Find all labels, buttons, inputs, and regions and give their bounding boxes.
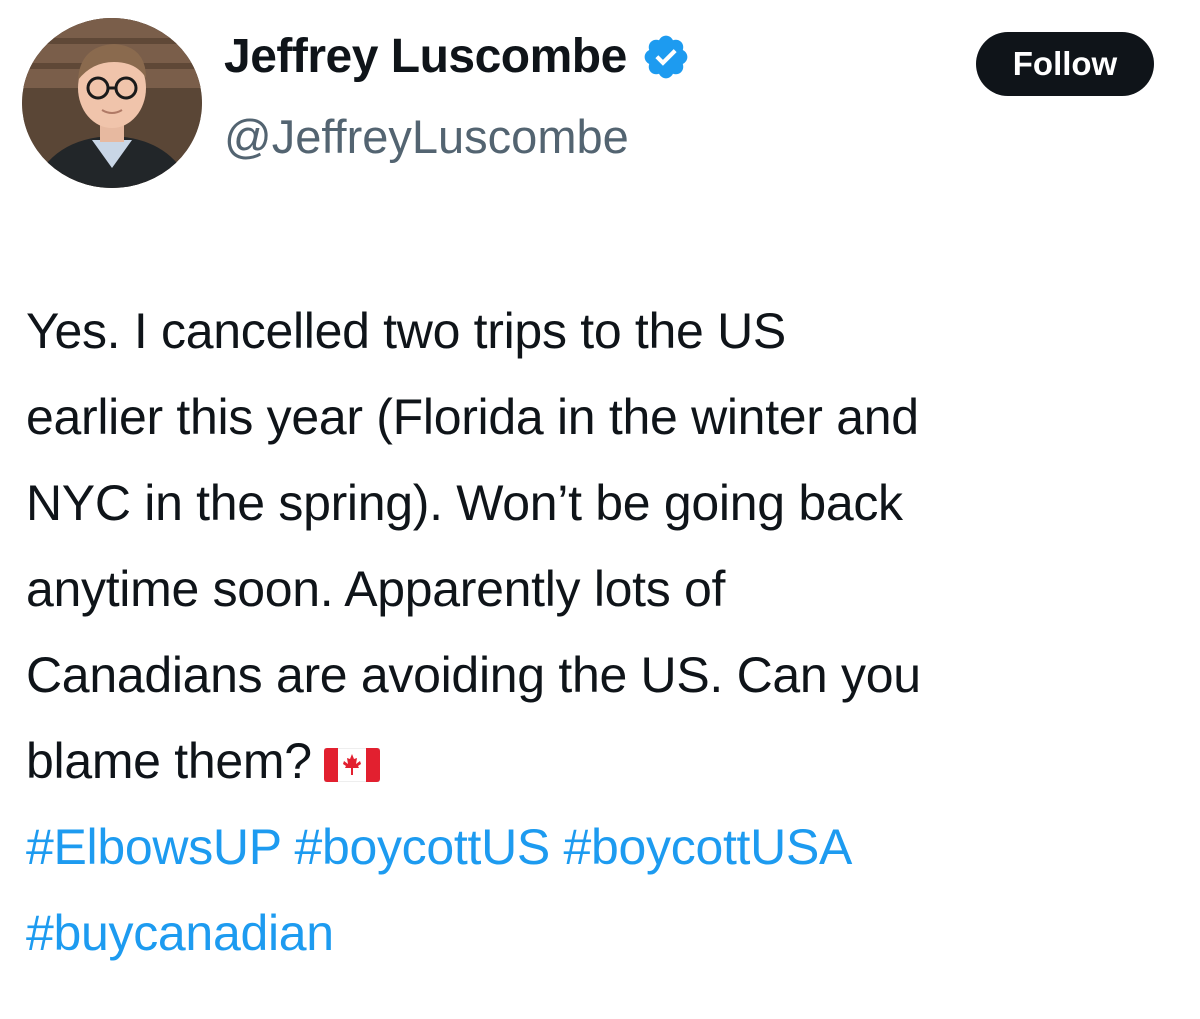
hashtag-line: #ElbowsUP #boycottUS #boycottUSA [26, 804, 1186, 890]
avatar[interactable] [22, 18, 202, 188]
hashtag-link[interactable]: #ElbowsUP [26, 819, 281, 875]
hashtag-line: #buycanadian [26, 890, 1186, 976]
tweet-text-line: NYC in the spring). Won’t be going back [26, 475, 903, 531]
hashtag-link[interactable]: #boycottUSA [564, 819, 853, 875]
author-name-row: Jeffrey Luscombe [224, 32, 691, 82]
follow-button[interactable]: Follow [976, 32, 1154, 96]
hashtag-link[interactable]: #boycottUS [294, 819, 550, 875]
author-display-name[interactable]: Jeffrey Luscombe [224, 33, 627, 81]
tweet-text: Yes. I cancelled two trips to the US ear… [26, 288, 1186, 976]
tweet-text-line: anytime soon. Apparently lots of [26, 561, 726, 617]
tweet-text-line: Canadians are avoiding the US. Can you [26, 647, 921, 703]
canada-flag-icon [323, 722, 381, 783]
tweet-card: Jeffrey Luscombe @JeffreyLuscombe Follow… [0, 0, 1200, 1019]
hashtag-link[interactable]: #buycanadian [26, 905, 334, 961]
verified-badge-icon[interactable] [641, 32, 691, 82]
tweet-text-line: Yes. I cancelled two trips to the US [26, 303, 786, 359]
author-handle[interactable]: @JeffreyLuscombe [224, 113, 629, 160]
tweet-text-line: earlier this year (Florida in the winter… [26, 389, 919, 445]
profile-photo-icon [22, 18, 202, 188]
tweet-text-line-with-emoji: blame them? [26, 718, 1186, 804]
tweet-text-line: blame them? [26, 733, 312, 789]
